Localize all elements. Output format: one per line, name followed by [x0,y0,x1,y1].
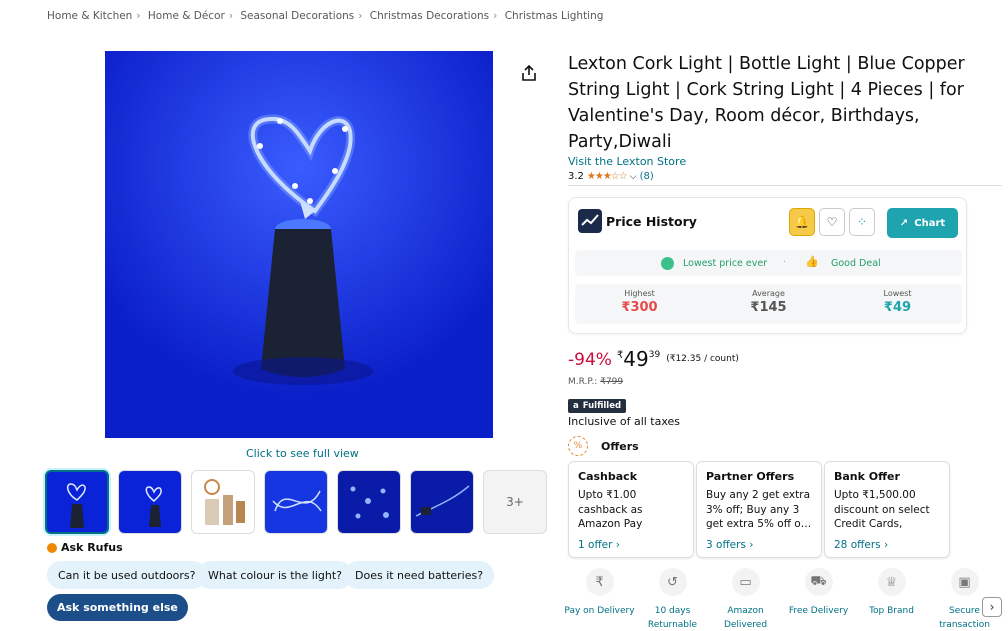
rufus-question-chip[interactable]: Does it need batteries? [344,561,495,589]
price-history-title: Price History [606,214,697,229]
free-delivery-icon: ⛟ [804,568,833,596]
offer-card-cashback[interactable]: Cashback Upto ₹1.00 cashback as Amazon P… [568,461,694,558]
rating-row[interactable]: 3.2 ★★★☆☆ ⌵ (8) [568,171,654,182]
service-icons-row: ₹ Pay on Delivery ↺ 10 days Returnable ▭… [563,568,1001,631]
breadcrumb-link[interactable]: Seasonal Decorations [240,10,354,22]
heart-icon[interactable]: ♡ [819,208,845,236]
thumbs-up-icon: 👍 [805,255,819,268]
rating-count-link[interactable]: (8) [640,171,654,182]
thumbnail-2[interactable] [118,470,182,534]
thumbnail-3[interactable] [191,470,255,534]
thumbnail-strip: 3+ [45,470,547,534]
share-icon[interactable] [520,64,538,82]
chevron-right-icon[interactable]: › [982,597,1002,617]
fulfilled-badge: a Fulfilled [568,399,627,413]
taxes-note: Inclusive of all taxes [568,415,681,428]
ask-something-else-button[interactable]: Ask something else [47,594,188,621]
rufus-icon [47,542,57,553]
offer-link[interactable]: 28 offers › [834,539,888,551]
thumbnail-more[interactable]: 3+ [483,470,547,534]
chart-button[interactable]: ↗ Chart [887,208,958,238]
highest-stat: Highest ₹300 [621,289,658,315]
price-history-card: Price History 🔔 ♡ ⁘ ↗ Chart Lowest price… [568,197,967,334]
mrp: M.R.P.: ₹799 [568,377,624,387]
service-top-brand[interactable]: ♕ Top Brand [855,568,928,631]
breadcrumb-link[interactable]: Home & Kitchen [47,10,132,22]
offer-link[interactable]: 3 offers › [706,539,753,551]
product-title: Lexton Cork Light | Bottle Light | Blue … [568,54,965,152]
offer-percent-icon: % [568,436,588,456]
service-amazon-delivered[interactable]: ▭ Amazon Delivered [709,568,782,631]
thumbnail-6[interactable] [410,470,474,534]
bell-icon[interactable]: 🔔 [789,208,815,236]
breadcrumb: Home & Kitchen › Home & Décor › Seasonal D… [47,10,604,22]
truck-icon: ▭ [731,568,760,596]
offer-card-partner[interactable]: Partner Offers Buy any 2 get extra 3% of… [696,461,822,558]
rating-value: 3.2 [568,171,584,182]
return-icon: ↺ [658,568,687,596]
chevron-down-icon[interactable]: ⌵ [630,172,637,182]
price-whole: 49 [623,347,649,371]
price-fraction: 39 [648,350,661,360]
main-product-image[interactable] [105,51,493,438]
trend-icon: ↗ [899,217,909,229]
lock-icon: ▣ [950,568,979,596]
amazon-a-icon: a [573,401,579,411]
trophy-icon: ♕ [877,568,906,596]
unit-price: (₹12.35 / count) [666,354,739,364]
price-row: -94% ₹ 49 39 (₹12.35 / count) [568,347,739,371]
breadcrumb-link[interactable]: Home & Décor [148,10,225,22]
thumbnail-4[interactable] [264,470,328,534]
lowest-stat: Lowest ₹49 [883,289,912,315]
offer-link[interactable]: 1 offer › [578,539,620,551]
rufus-question-chip[interactable]: What colour is the light? [197,561,354,589]
green-dot-icon [661,257,674,270]
offers-title: Offers [601,440,639,453]
good-deal-label: Good Deal [831,258,881,269]
ask-rufus-heading: Ask Rufus [47,541,123,554]
discount-percent: -94% [568,350,612,370]
store-link[interactable]: Visit the Lexton Store [568,155,686,168]
thumbnail-5[interactable] [337,470,401,534]
thumbnail-1[interactable] [45,470,109,534]
offer-card-bank[interactable]: Bank Offer Upto ₹1,500.00 discount on se… [824,461,950,558]
divider [568,185,1002,186]
price-stats: Highest ₹300 Average ₹145 Lowest ₹49 [575,284,962,324]
average-stat: Average ₹145 [750,289,787,315]
see-full-view-link[interactable]: Click to see full view [246,447,359,460]
star-rating-icon: ★★★☆☆ [586,171,628,182]
breadcrumb-link[interactable]: Christmas Decorations [370,10,489,22]
price-history-logo-icon [578,209,602,233]
service-pay-on-delivery[interactable]: ₹ Pay on Delivery [563,568,636,631]
service-returnable[interactable]: ↺ 10 days Returnable [636,568,709,631]
apps-icon[interactable]: ⁘ [849,208,875,236]
deal-status-bar: Lowest price ever · 👍 Good Deal [575,250,962,276]
rufus-question-chip[interactable]: Can it be used outdoors? [47,561,207,589]
lowest-ever-label: Lowest price ever [683,258,768,269]
cash-icon: ₹ [585,568,614,596]
service-free-delivery[interactable]: ⛟ Free Delivery [782,568,855,631]
breadcrumb-link[interactable]: Christmas Lighting [505,10,604,22]
